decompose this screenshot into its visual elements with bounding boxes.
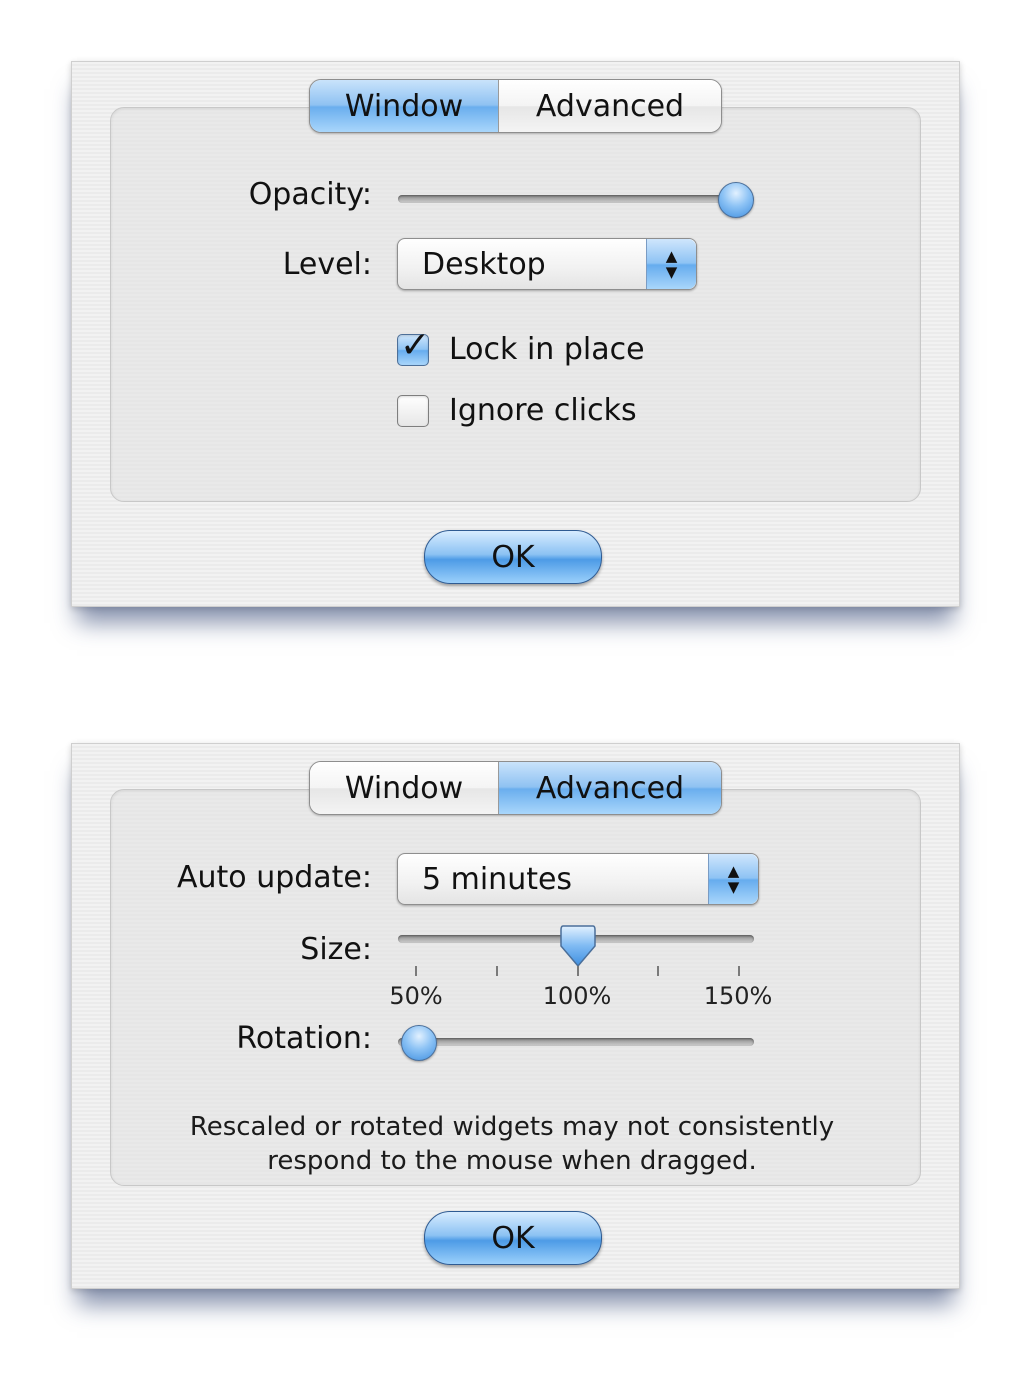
rescale-warning-line1: Rescaled or rotated widgets may not cons…: [189, 1112, 835, 1142]
size-tick: [738, 966, 740, 976]
rotation-label: Rotation:: [236, 1021, 372, 1056]
lock-in-place-checkbox[interactable]: ✓: [397, 325, 430, 366]
opacity-slider-knob[interactable]: [718, 182, 754, 218]
tab-window[interactable]: Window: [310, 762, 498, 814]
auto-update-value: 5 minutes: [422, 862, 573, 897]
size-tick-label-50: 50%: [389, 982, 443, 1010]
size-tick: [577, 966, 579, 976]
ignore-clicks-checkbox[interactable]: [397, 394, 429, 427]
size-label: Size:: [300, 932, 372, 967]
widget-preferences-advanced-dialog: Window Advanced Auto update: 5 minutes ▲…: [71, 743, 960, 1289]
popup-arrows-icon: ▲ ▼: [708, 854, 758, 904]
lock-in-place-label: Lock in place: [449, 332, 645, 367]
level-popup[interactable]: Desktop ▲ ▼: [397, 238, 697, 290]
popup-arrows-icon: ▲ ▼: [646, 239, 696, 289]
level-value: Desktop: [422, 247, 546, 282]
tab-bar: Window Advanced: [309, 79, 722, 133]
ignore-clicks-checkbox-row[interactable]: Ignore clicks: [397, 393, 637, 428]
size-tick-label-100: 100%: [542, 982, 612, 1010]
level-label: Level:: [282, 247, 372, 282]
checkmark-icon: ✓: [400, 324, 431, 366]
tab-advanced[interactable]: Advanced: [498, 762, 721, 814]
rotation-slider-track[interactable]: [398, 1038, 754, 1046]
ignore-clicks-label: Ignore clicks: [449, 393, 637, 428]
opacity-label: Opacity:: [248, 177, 372, 212]
lock-in-place-checkbox-row[interactable]: ✓ Lock in place: [397, 325, 645, 367]
size-tick: [415, 966, 417, 976]
size-tick-label-150: 150%: [703, 982, 773, 1010]
tab-bar: Window Advanced: [309, 761, 722, 815]
auto-update-popup[interactable]: 5 minutes ▲ ▼: [397, 853, 759, 905]
auto-update-label: Auto update:: [177, 860, 372, 895]
size-tick: [657, 966, 659, 976]
rescale-warning-line2: respond to the mouse when dragged.: [267, 1146, 757, 1176]
size-tick: [496, 966, 498, 976]
tab-advanced[interactable]: Advanced: [498, 80, 721, 132]
tab-window[interactable]: Window: [310, 80, 498, 132]
size-slider-knob[interactable]: [559, 924, 597, 968]
window-settings-panel: [110, 107, 921, 502]
ok-button[interactable]: OK: [424, 1211, 602, 1265]
opacity-slider-track[interactable]: [398, 195, 754, 203]
ok-button[interactable]: OK: [424, 530, 602, 584]
widget-preferences-window-dialog: Window Advanced Opacity: Level: Desktop …: [71, 61, 960, 607]
rotation-slider-knob[interactable]: [401, 1025, 437, 1061]
